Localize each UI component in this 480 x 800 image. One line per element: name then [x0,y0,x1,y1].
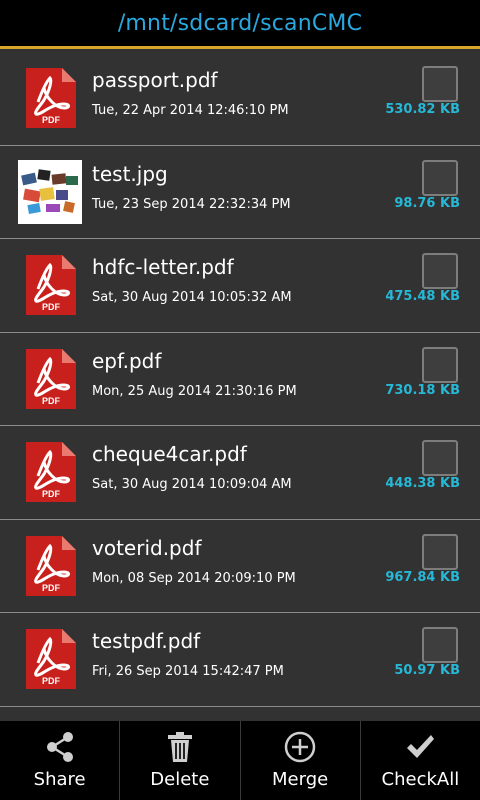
pdf-file-icon: PDF [26,535,76,596]
delete-button[interactable]: Delete [119,721,239,800]
file-row[interactable]: PDF voterid.pdf Mon, 08 Sep 2014 20:09:1… [0,520,480,613]
file-name: passport.pdf [92,68,218,92]
file-row[interactable]: PDF testpdf.pdf Fri, 26 Sep 2014 15:42:4… [0,613,480,707]
select-checkbox[interactable] [422,66,458,102]
file-size: 50.97 KB [394,663,460,678]
file-date: Mon, 08 Sep 2014 20:09:10 PM [92,570,296,586]
file-size: 967.84 KB [385,569,460,585]
pdf-badge-text: PDF [42,583,61,593]
pdf-badge-text: PDF [42,676,61,686]
plus-circle-icon [284,731,316,763]
checkall-button[interactable]: CheckAll [359,721,480,800]
delete-label: Delete [150,769,210,790]
merge-button[interactable]: Merge [239,721,360,800]
file-date: Sat, 30 Aug 2014 10:09:04 AM [92,477,292,492]
header-bar: /mnt/sdcard/scanCMC [0,0,480,49]
share-button[interactable]: Share [0,721,119,800]
select-checkbox[interactable] [422,533,458,570]
file-name: voterid.pdf [92,535,202,560]
file-name: epf.pdf [92,348,162,373]
pdf-badge-text: PDF [42,489,61,499]
file-size: 730.18 KB [385,382,460,398]
select-checkbox[interactable] [422,440,458,476]
pdf-file-icon: PDF [26,255,76,315]
select-checkbox[interactable] [422,253,458,289]
file-date: Fri, 26 Sep 2014 15:42:47 PM [92,664,284,679]
file-name: cheque4car.pdf [92,442,247,466]
file-row[interactable]: test.jpg Tue, 23 Sep 2014 22:32:34 PM 98… [0,146,480,239]
file-size: 98.76 KB [394,195,460,211]
file-name: test.jpg [92,161,168,186]
file-date: Sat, 30 Aug 2014 10:05:32 AM [92,290,292,305]
pdf-file-icon: PDF [26,68,76,128]
file-size: 530.82 KB [385,102,460,117]
file-date: Tue, 22 Apr 2014 12:46:10 PM [92,103,289,118]
pdf-file-icon: PDF [26,442,76,502]
folder-path: /mnt/sdcard/scanCMC [117,10,363,36]
pdf-badge-text: PDF [42,396,61,406]
select-checkbox[interactable] [422,627,458,663]
select-checkbox[interactable] [422,159,458,196]
file-row[interactable]: PDF epf.pdf Mon, 25 Aug 2014 21:30:16 PM… [0,333,480,426]
file-row[interactable]: PDF cheque4car.pdf Sat, 30 Aug 2014 10:0… [0,426,480,520]
bottom-toolbar: Share Delete Merge CheckAll [0,721,480,800]
pdf-badge-text: PDF [42,302,61,312]
pdf-file-icon: PDF [26,629,76,689]
image-thumbnail [18,159,82,224]
share-label: Share [33,769,86,790]
share-icon [46,732,73,762]
pdf-badge-text: PDF [42,115,61,125]
checkmark-icon [407,735,435,758]
file-date: Mon, 25 Aug 2014 21:30:16 PM [92,383,297,399]
file-name: hdfc-letter.pdf [92,255,234,279]
file-row[interactable]: PDF hdfc-letter.pdf Sat, 30 Aug 2014 10:… [0,239,480,333]
file-size: 448.38 KB [385,476,460,491]
file-name: testpdf.pdf [92,629,201,653]
file-size: 475.48 KB [385,289,460,304]
pdf-file-icon: PDF [26,348,76,409]
file-list: PDF passport.pdf Tue, 22 Apr 2014 12:46:… [0,52,480,707]
file-date: Tue, 23 Sep 2014 22:32:34 PM [92,196,291,212]
checkall-label: CheckAll [381,769,460,790]
file-row[interactable]: PDF passport.pdf Tue, 22 Apr 2014 12:46:… [0,52,480,146]
trash-icon [167,732,192,762]
select-checkbox[interactable] [422,346,458,383]
merge-label: Merge [272,769,329,790]
